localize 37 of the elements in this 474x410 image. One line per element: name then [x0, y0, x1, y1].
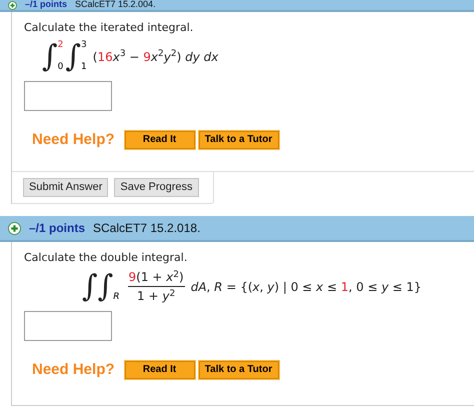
need-help-label: Need Help? [32, 360, 115, 380]
help-button[interactable]: Read It [124, 360, 195, 379]
math-term: 1 [340, 280, 348, 294]
math-term: 16 [97, 50, 113, 64]
plus-icon[interactable] [8, 222, 21, 234]
points-label: –/1 points [29, 220, 86, 237]
problem-code: SCalcET7 15.2.004. [75, 0, 156, 12]
plus-icon[interactable] [8, 0, 17, 10]
help-button[interactable]: Read It [124, 130, 195, 149]
need-help-label: Need Help? [32, 130, 115, 150]
question-prompt: Calculate the double integral. [23, 250, 188, 266]
upper-limit: 3 [81, 38, 87, 52]
action-button[interactable]: Save Progress [114, 178, 199, 197]
math-term: x$^{3}$ − [112, 50, 140, 64]
math-term: ( [92, 50, 98, 64]
problem-code: SCalcET7 15.2.018. [93, 220, 200, 237]
region-label: R [113, 291, 120, 304]
answer-field[interactable] [24, 80, 112, 110]
integral-sign: ∫ [42, 42, 58, 72]
help-button[interactable]: Talk to a Tutor [198, 360, 279, 379]
upper-limit: 2 [58, 38, 64, 52]
math-term: (1 + x$^{2}$) [136, 270, 184, 284]
question-prompt: Calculate the iterated integral. [23, 20, 194, 36]
math-term: 9 [128, 270, 136, 284]
lower-limit: 0 [58, 61, 64, 74]
answer-field[interactable] [24, 310, 112, 340]
integral-sign: ∫∫ [82, 272, 114, 302]
math-term: 9 [143, 50, 151, 64]
help-button[interactable]: Talk to a Tutor [198, 130, 279, 149]
math-term: , 0 ≤ y ≤ 1} [348, 280, 422, 294]
action-button[interactable]: Submit Answer [23, 178, 108, 197]
integral-sign: ∫ [65, 42, 82, 72]
math-term: dA, R = {(x, y) | 0 ≤ x ≤ [190, 280, 338, 294]
points-label: –/1 points [25, 0, 68, 12]
math-term: 1 + y$^{2}$ [137, 289, 176, 303]
lower-limit: 1 [81, 61, 87, 74]
math-term: x$^{2}$y$^{2}$) dy dx [150, 50, 218, 64]
